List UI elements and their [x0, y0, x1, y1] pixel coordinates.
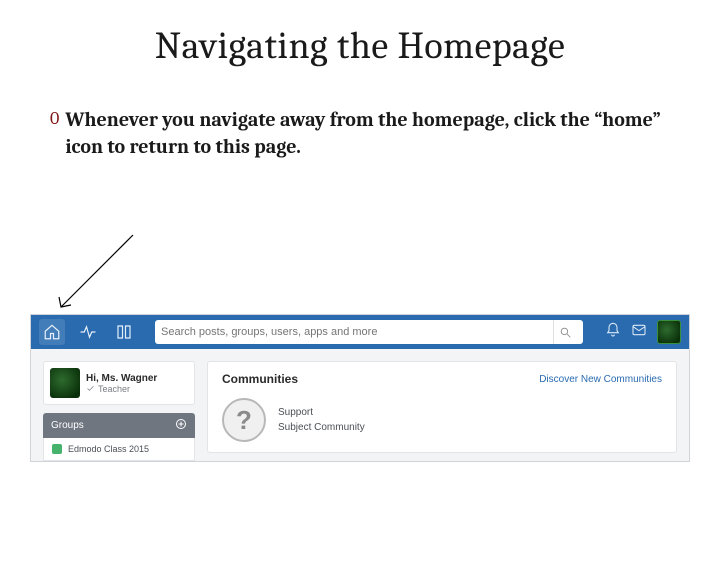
slide-title: Navigating the Homepage — [0, 24, 720, 68]
search-button[interactable] — [553, 320, 577, 344]
bullet-item: 0 Whenever you navigate away from the ho… — [50, 106, 670, 160]
user-avatar — [50, 368, 80, 398]
search-input[interactable] — [161, 321, 553, 343]
communities-panel: Communities Discover New Communities ? S… — [207, 361, 677, 453]
app-screenshot: Hi, Ms. Wagner Teacher Groups Edmodo — [30, 314, 690, 462]
check-icon — [86, 384, 95, 393]
sidebar: Hi, Ms. Wagner Teacher Groups Edmodo — [43, 361, 195, 461]
notifications-icon[interactable] — [605, 322, 621, 343]
user-card[interactable]: Hi, Ms. Wagner Teacher — [43, 361, 195, 405]
groups-header: Groups — [43, 413, 195, 438]
list-item[interactable]: Edmodo Class 2015 — [43, 438, 195, 461]
activity-icon[interactable] — [75, 319, 101, 345]
avatar[interactable] — [657, 320, 681, 344]
add-group-button[interactable] — [175, 418, 187, 433]
community-line2[interactable]: Subject Community — [278, 420, 365, 435]
messages-icon[interactable] — [631, 322, 647, 343]
topbar-right — [605, 320, 681, 344]
question-icon: ? — [222, 398, 266, 442]
panel-title: Communities — [222, 372, 298, 386]
group-color-dot — [52, 444, 62, 454]
pointer-arrow — [55, 229, 145, 319]
group-label: Edmodo Class 2015 — [68, 444, 149, 454]
groups-header-label: Groups — [51, 420, 84, 431]
user-greeting: Hi, Ms. Wagner — [86, 373, 157, 384]
discover-link[interactable]: Discover New Communities — [539, 374, 662, 385]
user-role-label: Teacher — [98, 384, 130, 394]
home-icon[interactable] — [39, 319, 65, 345]
topbar — [31, 315, 689, 349]
groups-panel: Groups Edmodo Class 2015 — [43, 413, 195, 461]
bullet-text: Whenever you navigate away from the home… — [65, 106, 670, 160]
search-input-wrap — [155, 320, 583, 344]
community-line1[interactable]: Support — [278, 405, 365, 420]
bullet-number: 0 — [50, 108, 59, 129]
user-role: Teacher — [86, 384, 157, 394]
community-row: ? Support Subject Community — [222, 398, 662, 442]
content-row: Hi, Ms. Wagner Teacher Groups Edmodo — [31, 349, 689, 461]
library-icon[interactable] — [111, 319, 137, 345]
